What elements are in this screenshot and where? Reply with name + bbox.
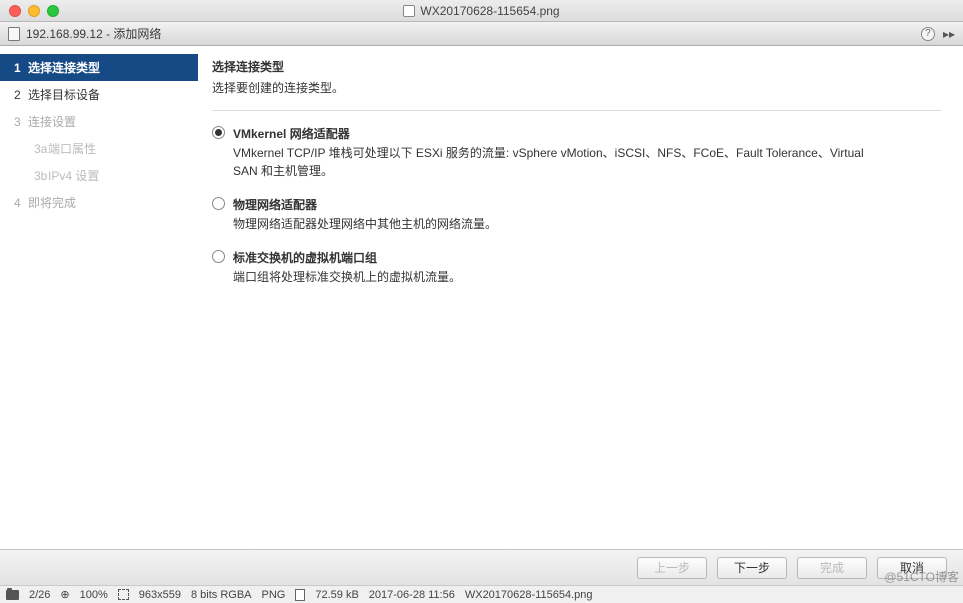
step-num: 4 xyxy=(14,196,28,210)
step-label: 端口属性 xyxy=(48,140,96,157)
radio-icon[interactable] xyxy=(212,197,225,210)
content-subtitle: 选择要创建的连接类型。 xyxy=(212,79,941,96)
step-3b-ipv4-settings: 3b IPv4 设置 xyxy=(0,162,198,189)
zoom-icon: ⊕ xyxy=(60,588,69,601)
status-date: 2017-06-28 11:56 xyxy=(369,589,455,601)
step-3a-port-properties: 3a 端口属性 xyxy=(0,135,198,162)
file-icon xyxy=(403,5,415,17)
option-desc: 物理网络适配器处理网络中其他主机的网络流量。 xyxy=(233,215,497,233)
step-num: 3b xyxy=(34,169,48,183)
step-label: 连接设置 xyxy=(28,113,76,130)
window-title: WX20170628-115654.png xyxy=(0,4,963,18)
folder-icon xyxy=(6,590,19,600)
option-desc: 端口组将处理标准交换机上的虚拟机流量。 xyxy=(233,268,461,286)
back-button: 上一步 xyxy=(637,557,707,579)
document-icon xyxy=(295,589,305,601)
dialog-titlebar: 192.168.99.12 - 添加网络 ? ▸▸ xyxy=(0,22,963,46)
watermark: @51CTO博客 xyxy=(884,568,959,585)
step-num: 1 xyxy=(14,61,28,75)
option-desc: VMkernel TCP/IP 堆栈可处理以下 ESXi 服务的流量: vSph… xyxy=(233,144,873,180)
next-button[interactable]: 下一步 xyxy=(717,557,787,579)
option-physical-adapter[interactable]: 物理网络适配器 物理网络适配器处理网络中其他主机的网络流量。 xyxy=(212,196,941,233)
wizard-content: 选择连接类型 选择要创建的连接类型。 VMkernel 网络适配器 VMkern… xyxy=(198,46,963,549)
status-depth: 8 bits RGBA xyxy=(191,589,252,601)
help-icon[interactable]: ? xyxy=(921,27,935,41)
step-label: 选择目标设备 xyxy=(28,86,100,103)
expand-icon[interactable]: ▸▸ xyxy=(943,27,955,41)
step-2-select-target-device[interactable]: 2 选择目标设备 xyxy=(0,81,198,108)
mac-titlebar: WX20170628-115654.png xyxy=(0,0,963,22)
step-label: 选择连接类型 xyxy=(28,59,100,76)
content-title: 选择连接类型 xyxy=(212,58,941,75)
wizard-sidebar: 1 选择连接类型 2 选择目标设备 3 连接设置 3a 端口属性 3b IPv4… xyxy=(0,46,198,549)
dialog-body: 1 选择连接类型 2 选择目标设备 3 连接设置 3a 端口属性 3b IPv4… xyxy=(0,46,963,549)
option-label: 物理网络适配器 xyxy=(233,196,497,213)
divider xyxy=(212,110,941,111)
selection-icon xyxy=(118,589,129,600)
status-format: PNG xyxy=(262,589,286,601)
step-num: 2 xyxy=(14,88,28,102)
dialog-title: 192.168.99.12 - 添加网络 xyxy=(26,25,161,42)
status-index: 2/26 xyxy=(29,589,50,601)
status-filename: WX20170628-115654.png xyxy=(465,589,593,601)
status-dims: 963x559 xyxy=(139,589,181,601)
dialog-footer: 上一步 下一步 完成 取消 xyxy=(0,549,963,585)
status-size: 72.59 kB xyxy=(315,589,358,601)
host-icon xyxy=(8,27,20,41)
step-label: IPv4 设置 xyxy=(48,167,99,184)
option-label: VMkernel 网络适配器 xyxy=(233,125,873,142)
status-zoom: 100% xyxy=(80,589,108,601)
step-4-ready-to-complete: 4 即将完成 xyxy=(0,189,198,216)
step-1-select-connection-type[interactable]: 1 选择连接类型 xyxy=(0,54,198,81)
radio-icon[interactable] xyxy=(212,250,225,263)
step-label: 即将完成 xyxy=(28,194,76,211)
option-vmkernel-adapter[interactable]: VMkernel 网络适配器 VMkernel TCP/IP 堆栈可处理以下 E… xyxy=(212,125,941,180)
step-num: 3a xyxy=(34,142,48,156)
finish-button: 完成 xyxy=(797,557,867,579)
step-num: 3 xyxy=(14,115,28,129)
option-vm-port-group[interactable]: 标准交换机的虚拟机端口组 端口组将处理标准交换机上的虚拟机流量。 xyxy=(212,249,941,286)
window-title-text: WX20170628-115654.png xyxy=(420,4,559,18)
radio-icon[interactable] xyxy=(212,126,225,139)
statusbar: 2/26 ⊕ 100% 963x559 8 bits RGBA PNG 72.5… xyxy=(0,585,963,603)
option-label: 标准交换机的虚拟机端口组 xyxy=(233,249,461,266)
step-3-connection-settings: 3 连接设置 xyxy=(0,108,198,135)
